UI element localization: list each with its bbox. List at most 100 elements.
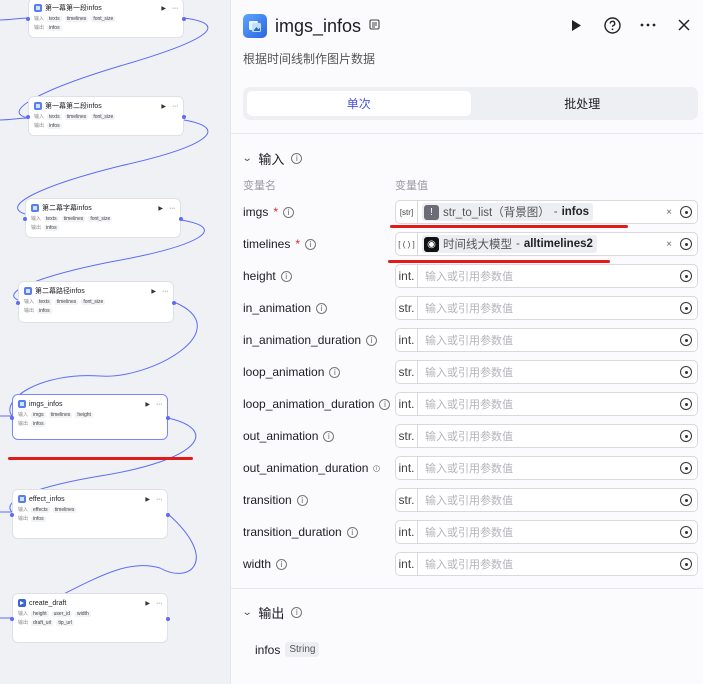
output-port[interactable] xyxy=(182,17,186,21)
info-icon[interactable]: i xyxy=(291,607,303,618)
info-icon[interactable]: i xyxy=(280,270,292,282)
param-type[interactable]: int. xyxy=(396,553,418,575)
close-icon[interactable] xyxy=(675,16,693,34)
node-run-icon[interactable]: ▶ xyxy=(145,600,150,607)
param-type[interactable]: str. xyxy=(396,361,418,383)
node-more-icon[interactable]: ⋯ xyxy=(156,600,162,607)
workflow-canvas[interactable]: 第一幕第一段infos ▶ ⋯ 输入 texts timelines font_size 输出… xyxy=(0,0,230,684)
param-type[interactable]: str. xyxy=(396,425,418,447)
info-icon[interactable]: i xyxy=(291,153,303,164)
node-run-icon[interactable]: ▶ xyxy=(161,5,166,12)
info-icon[interactable]: i xyxy=(276,558,288,570)
variable-setting-icon[interactable] xyxy=(680,462,692,474)
input-port[interactable] xyxy=(26,17,30,21)
variable-setting-icon[interactable] xyxy=(680,526,692,538)
workflow-node[interactable]: 第一幕第二段infos ▶ ⋯ 输入 texts timelines font_size 输出… xyxy=(26,96,186,136)
variable-setting-icon[interactable] xyxy=(680,334,692,346)
param-value-input[interactable]: str. 输入或引用参数值 xyxy=(395,488,698,512)
run-icon[interactable] xyxy=(567,16,585,34)
variable-setting-icon[interactable] xyxy=(680,494,692,506)
doc-icon[interactable] xyxy=(369,19,380,33)
help-icon[interactable] xyxy=(603,16,621,34)
variable-setting-icon[interactable] xyxy=(680,430,692,442)
info-icon[interactable]: i xyxy=(366,334,378,346)
param-type[interactable]: int. xyxy=(396,393,418,415)
node-more-icon[interactable]: ⋯ xyxy=(169,205,175,212)
param-value-input[interactable]: str. 输入或引用参数值 xyxy=(395,424,698,448)
info-icon[interactable]: i xyxy=(283,206,295,218)
output-port[interactable] xyxy=(179,217,183,221)
node-run-icon[interactable]: ▶ xyxy=(145,496,150,503)
node-run-icon[interactable]: ▶ xyxy=(145,401,150,408)
node-run-icon[interactable]: ▶ xyxy=(151,288,156,295)
workflow-node[interactable]: imgs_infos ▶ ⋯ 输入 imgs timelines height 输出 infos xyxy=(10,394,170,440)
info-icon[interactable]: i xyxy=(346,526,358,538)
info-icon[interactable]: i xyxy=(296,494,308,506)
tab-batch[interactable]: 批处理 xyxy=(471,91,695,116)
divider xyxy=(231,588,703,589)
workflow-node[interactable]: effect_infos ▶ ⋯ 输入 effects timelines 输出 infos xyxy=(10,489,170,539)
variable-setting-icon[interactable] xyxy=(680,238,692,250)
input-port[interactable] xyxy=(10,513,14,517)
input-port[interactable] xyxy=(23,217,27,221)
param-value-input[interactable]: int. 输入或引用参数值 xyxy=(395,456,698,480)
reference-tag[interactable]: ! str_to_list（背景图） - infos xyxy=(422,203,594,221)
output-port[interactable] xyxy=(166,416,170,420)
param-value-input[interactable]: int. 输入或引用参数值 xyxy=(395,328,698,352)
node-run-icon[interactable]: ▶ xyxy=(158,205,163,212)
variable-setting-icon[interactable] xyxy=(680,270,692,282)
node-more-icon[interactable]: ⋯ xyxy=(172,103,178,110)
param-value-input[interactable]: int. 输入或引用参数值 xyxy=(395,392,698,416)
param-type[interactable]: int. xyxy=(396,457,418,479)
output-port[interactable] xyxy=(166,513,170,517)
input-port[interactable] xyxy=(16,301,20,305)
param-type[interactable]: [ ( ) ] xyxy=(396,233,418,255)
info-icon[interactable]: i xyxy=(329,366,341,378)
info-icon[interactable]: i xyxy=(373,464,381,472)
param-value-input[interactable]: str. 输入或引用参数值 xyxy=(395,360,698,384)
more-icon[interactable] xyxy=(639,16,657,34)
output-port[interactable] xyxy=(166,617,170,621)
node-run-icon[interactable]: ▶ xyxy=(161,103,166,110)
input-port[interactable] xyxy=(10,416,14,420)
param-type[interactable]: str. xyxy=(396,297,418,319)
param-type[interactable]: int. xyxy=(396,265,418,287)
input-section-header[interactable]: ⌄ 输入 i xyxy=(242,149,303,168)
variable-setting-icon[interactable] xyxy=(680,206,692,218)
param-value-input[interactable]: str. 输入或引用参数值 xyxy=(395,296,698,320)
workflow-node[interactable]: 第二幕字幕infos ▶ ⋯ 输入 texts timelines font_size 输出 i… xyxy=(23,198,183,238)
param-value-input[interactable]: int. 输入或引用参数值 xyxy=(395,552,698,576)
variable-setting-icon[interactable] xyxy=(680,366,692,378)
variable-setting-icon[interactable] xyxy=(680,302,692,314)
param-value-input[interactable]: [ ( ) ] ◉ 时间线大模型 - alltimelines2 × xyxy=(395,232,698,256)
param-type[interactable]: int. xyxy=(396,521,418,543)
variable-setting-icon[interactable] xyxy=(680,398,692,410)
param-value-input[interactable]: [str]! str_to_list（背景图） - infos × xyxy=(395,200,698,224)
input-port[interactable] xyxy=(10,617,14,621)
info-icon[interactable]: i xyxy=(323,430,335,442)
info-icon[interactable]: i xyxy=(305,238,317,250)
workflow-node[interactable]: 第一幕第一段infos ▶ ⋯ 输入 texts timelines font_size 输出… xyxy=(26,0,186,38)
clear-reference-icon[interactable]: × xyxy=(666,239,672,250)
param-type[interactable]: int. xyxy=(396,329,418,351)
param-value-input[interactable]: int. 输入或引用参数值 xyxy=(395,520,698,544)
output-section-header[interactable]: ⌄ 输出 i xyxy=(242,603,303,622)
node-more-icon[interactable]: ⋯ xyxy=(162,288,168,295)
output-port[interactable] xyxy=(172,301,176,305)
node-more-icon[interactable]: ⋯ xyxy=(156,496,162,503)
variable-setting-icon[interactable] xyxy=(680,558,692,570)
node-more-icon[interactable]: ⋯ xyxy=(156,401,162,408)
clear-reference-icon[interactable]: × xyxy=(666,207,672,218)
info-icon[interactable]: i xyxy=(316,302,328,314)
param-value-input[interactable]: int. 输入或引用参数值 xyxy=(395,264,698,288)
tab-single[interactable]: 单次 xyxy=(247,91,471,116)
param-type[interactable]: [str] xyxy=(396,201,418,223)
info-icon[interactable]: i xyxy=(379,398,391,410)
output-port[interactable] xyxy=(182,115,186,119)
input-port[interactable] xyxy=(26,115,30,119)
workflow-node[interactable]: 第二幕路径infos ▶ ⋯ 输入 texts timelines font_size 输出 i… xyxy=(16,281,176,323)
reference-tag[interactable]: ◉ 时间线大模型 - alltimelines2 xyxy=(422,235,597,253)
node-more-icon[interactable]: ⋯ xyxy=(172,5,178,12)
param-type[interactable]: str. xyxy=(396,489,418,511)
workflow-node[interactable]: create_draft ▶ ⋯ 输入 height user_id width 输出 draf… xyxy=(10,593,170,643)
